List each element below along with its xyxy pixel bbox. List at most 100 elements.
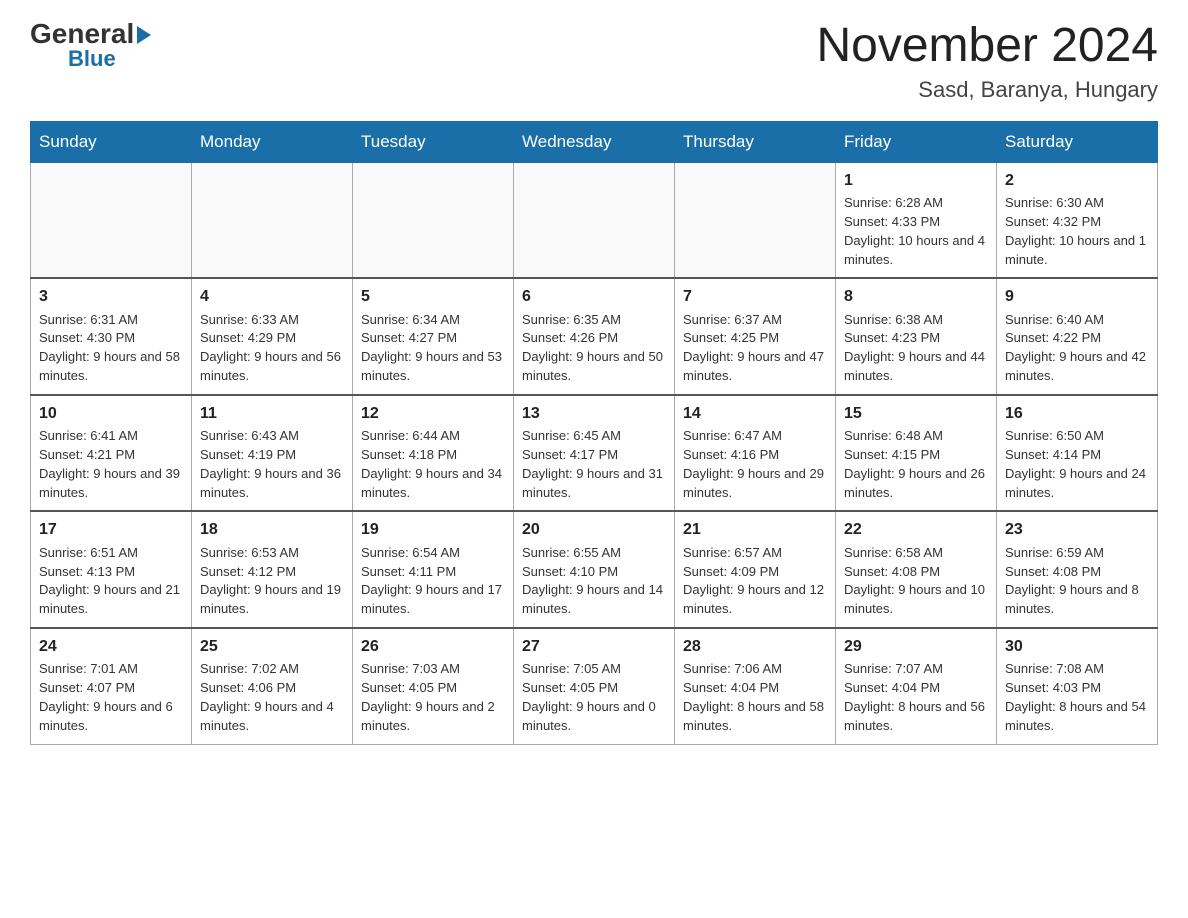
calendar-week-row-2: 3Sunrise: 6:31 AM Sunset: 4:30 PM Daylig… <box>31 278 1158 395</box>
logo-blue-text: Blue <box>30 46 116 72</box>
day-number: 30 <box>1005 635 1149 658</box>
day-number: 9 <box>1005 285 1149 308</box>
calendar-cell: 7Sunrise: 6:37 AM Sunset: 4:25 PM Daylig… <box>675 278 836 395</box>
calendar-cell <box>514 162 675 278</box>
location-title: Sasd, Baranya, Hungary <box>816 77 1158 103</box>
calendar-cell: 20Sunrise: 6:55 AM Sunset: 4:10 PM Dayli… <box>514 511 675 628</box>
calendar-cell: 30Sunrise: 7:08 AM Sunset: 4:03 PM Dayli… <box>997 628 1158 744</box>
header-tuesday: Tuesday <box>353 121 514 162</box>
day-info: Sunrise: 7:01 AM Sunset: 4:07 PM Dayligh… <box>39 660 183 735</box>
day-number: 18 <box>200 518 344 541</box>
day-number: 16 <box>1005 402 1149 425</box>
calendar-cell: 26Sunrise: 7:03 AM Sunset: 4:05 PM Dayli… <box>353 628 514 744</box>
day-number: 23 <box>1005 518 1149 541</box>
day-number: 24 <box>39 635 183 658</box>
calendar-cell: 6 Sunrise: 6:35 AM Sunset: 4:26 PM Daylig… <box>514 278 675 395</box>
calendar-cell: 10Sunrise: 6:41 AM Sunset: 4:21 PM Dayli… <box>31 395 192 512</box>
calendar-cell: 22 Sunrise: 6:58 AM Sunset: 4:08 PM Dayli… <box>836 511 997 628</box>
calendar-cell: 14Sunrise: 6:47 AM Sunset: 4:16 PM Dayli… <box>675 395 836 512</box>
logo: General Blue <box>30 20 151 72</box>
calendar-cell: 4 Sunrise: 6:33 AM Sunset: 4:29 PM Daylig… <box>192 278 353 395</box>
day-number: 13 <box>522 402 666 425</box>
day-info: Sunrise: 6:47 AM Sunset: 4:16 PM Dayligh… <box>683 427 827 502</box>
day-info: Sunrise: 6:51 AM Sunset: 4:13 PM Dayligh… <box>39 544 183 619</box>
day-info: Sunrise: 7:07 AM Sunset: 4:04 PM Dayligh… <box>844 660 988 735</box>
day-info: Sunrise: 6:54 AM Sunset: 4:11 PM Dayligh… <box>361 544 505 619</box>
calendar-cell <box>192 162 353 278</box>
day-info: Sunrise: 7:08 AM Sunset: 4:03 PM Dayligh… <box>1005 660 1149 735</box>
day-number: 6 <box>522 285 666 308</box>
day-info: Sunrise: 6:28 AM Sunset: 4:33 PM Dayligh… <box>844 194 988 269</box>
calendar-cell: 16Sunrise: 6:50 AM Sunset: 4:14 PM Dayli… <box>997 395 1158 512</box>
calendar-cell: 19 Sunrise: 6:54 AM Sunset: 4:11 PM Dayli… <box>353 511 514 628</box>
day-info: Sunrise: 6:48 AM Sunset: 4:15 PM Dayligh… <box>844 427 988 502</box>
day-info: Sunrise: 6:33 AM Sunset: 4:29 PM Dayligh… <box>200 311 344 386</box>
header-wednesday: Wednesday <box>514 121 675 162</box>
day-info: Sunrise: 6:57 AM Sunset: 4:09 PM Dayligh… <box>683 544 827 619</box>
logo-general-text: General <box>30 20 151 48</box>
calendar-cell: 27Sunrise: 7:05 AM Sunset: 4:05 PM Dayli… <box>514 628 675 744</box>
day-number: 19 <box>361 518 505 541</box>
calendar-cell: 23 Sunrise: 6:59 AM Sunset: 4:08 PM Dayli… <box>997 511 1158 628</box>
day-number: 4 <box>200 285 344 308</box>
month-title: November 2024 <box>816 20 1158 73</box>
day-number: 7 <box>683 285 827 308</box>
day-info: Sunrise: 7:06 AM Sunset: 4:04 PM Dayligh… <box>683 660 827 735</box>
day-info: Sunrise: 6:53 AM Sunset: 4:12 PM Dayligh… <box>200 544 344 619</box>
calendar-cell: 3Sunrise: 6:31 AM Sunset: 4:30 PM Daylig… <box>31 278 192 395</box>
day-number: 15 <box>844 402 988 425</box>
day-number: 12 <box>361 402 505 425</box>
day-info: Sunrise: 6:38 AM Sunset: 4:23 PM Dayligh… <box>844 311 988 386</box>
calendar-cell: 13Sunrise: 6:45 AM Sunset: 4:17 PM Dayli… <box>514 395 675 512</box>
calendar-week-row-4: 17 Sunrise: 6:51 AM Sunset: 4:13 PM Dayli… <box>31 511 1158 628</box>
day-info: Sunrise: 6:41 AM Sunset: 4:21 PM Dayligh… <box>39 427 183 502</box>
day-number: 27 <box>522 635 666 658</box>
day-number: 10 <box>39 402 183 425</box>
day-number: 26 <box>361 635 505 658</box>
day-number: 5 <box>361 285 505 308</box>
day-info: Sunrise: 6:30 AM Sunset: 4:32 PM Dayligh… <box>1005 194 1149 269</box>
day-info: Sunrise: 7:05 AM Sunset: 4:05 PM Dayligh… <box>522 660 666 735</box>
day-number: 8 <box>844 285 988 308</box>
calendar-cell: 18 Sunrise: 6:53 AM Sunset: 4:12 PM Dayli… <box>192 511 353 628</box>
day-info: Sunrise: 6:58 AM Sunset: 4:08 PM Dayligh… <box>844 544 988 619</box>
calendar-cell: 15Sunrise: 6:48 AM Sunset: 4:15 PM Dayli… <box>836 395 997 512</box>
day-info: Sunrise: 6:50 AM Sunset: 4:14 PM Dayligh… <box>1005 427 1149 502</box>
day-info: Sunrise: 6:43 AM Sunset: 4:19 PM Dayligh… <box>200 427 344 502</box>
header: General Blue November 2024 Sasd, Baranya… <box>30 20 1158 103</box>
calendar-cell <box>31 162 192 278</box>
calendar-cell: 9 Sunrise: 6:40 AM Sunset: 4:22 PM Daylig… <box>997 278 1158 395</box>
day-info: Sunrise: 6:55 AM Sunset: 4:10 PM Dayligh… <box>522 544 666 619</box>
header-sunday: Sunday <box>31 121 192 162</box>
day-number: 2 <box>1005 169 1149 192</box>
day-number: 25 <box>200 635 344 658</box>
day-info: Sunrise: 6:35 AM Sunset: 4:26 PM Dayligh… <box>522 311 666 386</box>
day-number: 29 <box>844 635 988 658</box>
day-info: Sunrise: 6:34 AM Sunset: 4:27 PM Dayligh… <box>361 311 505 386</box>
day-number: 11 <box>200 402 344 425</box>
header-saturday: Saturday <box>997 121 1158 162</box>
calendar-cell <box>675 162 836 278</box>
weekday-header-row: Sunday Monday Tuesday Wednesday Thursday… <box>31 121 1158 162</box>
header-friday: Friday <box>836 121 997 162</box>
calendar-week-row-3: 10Sunrise: 6:41 AM Sunset: 4:21 PM Dayli… <box>31 395 1158 512</box>
day-number: 14 <box>683 402 827 425</box>
calendar-cell: 8 Sunrise: 6:38 AM Sunset: 4:23 PM Daylig… <box>836 278 997 395</box>
day-info: Sunrise: 6:59 AM Sunset: 4:08 PM Dayligh… <box>1005 544 1149 619</box>
day-number: 1 <box>844 169 988 192</box>
calendar-cell: 2Sunrise: 6:30 AM Sunset: 4:32 PM Daylig… <box>997 162 1158 278</box>
calendar-cell: 24Sunrise: 7:01 AM Sunset: 4:07 PM Dayli… <box>31 628 192 744</box>
day-number: 22 <box>844 518 988 541</box>
day-number: 28 <box>683 635 827 658</box>
calendar-week-row-5: 24Sunrise: 7:01 AM Sunset: 4:07 PM Dayli… <box>31 628 1158 744</box>
day-info: Sunrise: 7:02 AM Sunset: 4:06 PM Dayligh… <box>200 660 344 735</box>
day-number: 17 <box>39 518 183 541</box>
calendar-cell: 1Sunrise: 6:28 AM Sunset: 4:33 PM Daylig… <box>836 162 997 278</box>
calendar-cell: 17 Sunrise: 6:51 AM Sunset: 4:13 PM Dayli… <box>31 511 192 628</box>
calendar-cell: 29Sunrise: 7:07 AM Sunset: 4:04 PM Dayli… <box>836 628 997 744</box>
calendar-cell: 5 Sunrise: 6:34 AM Sunset: 4:27 PM Daylig… <box>353 278 514 395</box>
day-info: Sunrise: 6:40 AM Sunset: 4:22 PM Dayligh… <box>1005 311 1149 386</box>
calendar-cell: 28Sunrise: 7:06 AM Sunset: 4:04 PM Dayli… <box>675 628 836 744</box>
calendar-cell: 12Sunrise: 6:44 AM Sunset: 4:18 PM Dayli… <box>353 395 514 512</box>
title-area: November 2024 Sasd, Baranya, Hungary <box>816 20 1158 103</box>
